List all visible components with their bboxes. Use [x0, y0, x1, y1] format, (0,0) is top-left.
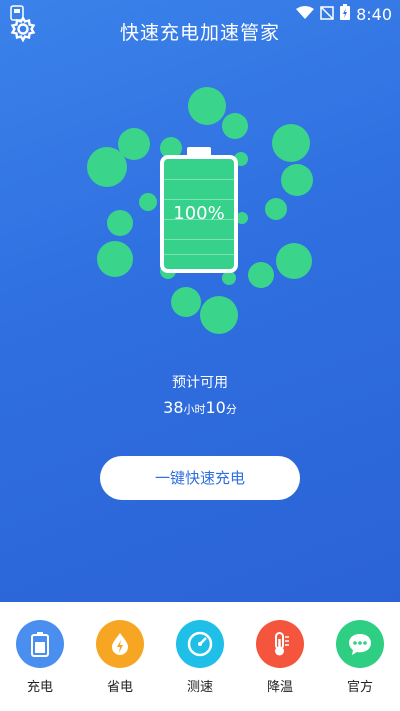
bubble: [265, 198, 287, 220]
estimate-value: 38小时10分: [0, 398, 400, 417]
battery-divider: [164, 199, 234, 200]
speedometer-icon: [176, 620, 224, 668]
bubble: [188, 87, 226, 125]
bottom-nav: 充电 省电 测速 降温 官方: [0, 602, 400, 711]
bubble: [200, 296, 238, 334]
battery-cap: [187, 147, 211, 155]
main-panel: 8:40 快速充电加速管家 100% 预计可用 38小时10分 一键快速充电: [0, 0, 400, 602]
estimate-hours: 38: [163, 398, 184, 417]
nav-item-power-save[interactable]: 省电: [90, 620, 150, 695]
nav-item-official[interactable]: 官方: [330, 620, 390, 695]
estimate-label: 预计可用: [172, 375, 228, 391]
nav-item-cool-down[interactable]: 降温: [250, 620, 310, 695]
thermometer-icon: [256, 620, 304, 668]
battery-charge-icon: [16, 620, 64, 668]
bubble: [87, 147, 127, 187]
app-title: 快速充电加速管家: [119, 22, 280, 44]
battery-divider: [164, 179, 234, 180]
battery-divider: [164, 254, 234, 255]
nav-item-speed-test[interactable]: 测速: [170, 620, 230, 695]
nav-label-speed-test: 测速: [186, 680, 213, 695]
bubble: [222, 113, 248, 139]
battery-divider: [164, 239, 234, 240]
power-save-icon: [96, 620, 144, 668]
bubble: [281, 164, 313, 196]
nav-label-charge: 充电: [26, 680, 53, 695]
estimate-minutes-unit: 分: [225, 403, 237, 416]
estimate-minutes: 10: [205, 398, 226, 417]
estimate-hours-unit: 小时: [183, 403, 206, 416]
battery-percent: 100%: [173, 203, 225, 224]
bubble: [97, 241, 133, 277]
bubble: [139, 193, 157, 211]
bubble: [248, 262, 274, 288]
bubble: [107, 210, 133, 236]
quick-charge-button[interactable]: 一键快速充电: [100, 456, 300, 500]
nav-label-power-save: 省电: [106, 680, 133, 695]
bubble: [222, 271, 236, 285]
battery-icon: 100%: [160, 155, 238, 273]
bubble: [171, 287, 201, 317]
bubble: [272, 124, 310, 162]
chat-icon: [336, 620, 384, 668]
nav-label-cool-down: 降温: [266, 680, 293, 695]
bubble: [276, 243, 312, 279]
nav-item-charge[interactable]: 充电: [10, 620, 70, 695]
nav-label-official: 官方: [346, 680, 373, 695]
